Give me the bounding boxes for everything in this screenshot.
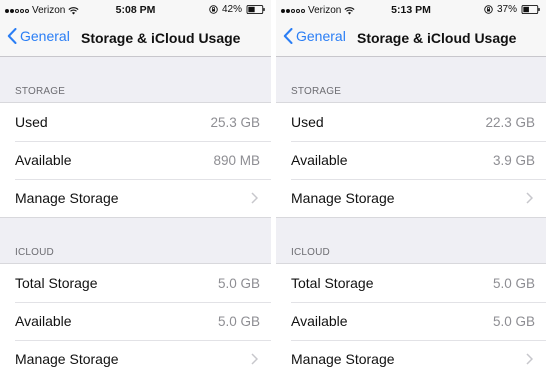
row-label: Available: [15, 313, 72, 329]
rotation-lock-icon: [484, 5, 493, 14]
status-bar: Verizon 5:08 PM 42%: [0, 0, 271, 20]
total-storage-row: Total Storage 5.0 GB: [276, 264, 546, 302]
screen-after: Verizon 5:13 PM 37% General Storage & iC…: [276, 0, 546, 377]
row-label: Available: [15, 152, 72, 168]
back-label: General: [296, 28, 346, 44]
row-value: 5.0 GB: [217, 313, 260, 329]
section-header-label: STORAGE: [15, 86, 66, 97]
row-value: 5.0 GB: [217, 275, 260, 291]
available-row: Available 3.9 GB: [276, 141, 546, 179]
row-label: Total Storage: [291, 275, 374, 291]
icloud-manage-storage-row[interactable]: Manage Storage: [0, 340, 271, 377]
icloud-section-header: ICLOUD: [0, 241, 271, 261]
row-label: Total Storage: [15, 275, 98, 291]
row-value: 890 MB: [213, 152, 260, 168]
section-header-label: ICLOUD: [291, 247, 330, 258]
status-right: 37%: [484, 4, 541, 15]
total-storage-row: Total Storage 5.0 GB: [0, 264, 271, 302]
row-label: Available: [291, 313, 348, 329]
page-title: Storage & iCloud Usage: [81, 30, 241, 46]
manage-storage-row[interactable]: Manage Storage: [276, 179, 546, 217]
section-header-label: ICLOUD: [15, 247, 54, 258]
row-label: Manage Storage: [15, 351, 119, 367]
row-label: Manage Storage: [15, 190, 119, 206]
section-header-label: STORAGE: [291, 86, 342, 97]
icloud-section-header: ICLOUD: [276, 241, 546, 261]
storage-group: Used 22.3 GB Available 3.9 GB Manage Sto…: [276, 102, 546, 218]
comparison-stage: Verizon 5:08 PM 42% General Storage & iC…: [0, 0, 546, 377]
back-chevron-icon: [7, 28, 17, 44]
chevron-right-icon: [251, 192, 258, 204]
available-row: Available 890 MB: [0, 141, 271, 179]
row-value: 22.3 GB: [485, 114, 535, 130]
icloud-group: Total Storage 5.0 GB Available 5.0 GB Ma…: [0, 263, 271, 377]
used-row: Used 25.3 GB: [0, 103, 271, 141]
icloud-available-row: Available 5.0 GB: [0, 302, 271, 340]
navigation-bar: General Storage & iCloud Usage: [0, 20, 271, 57]
battery-percent: 42%: [221, 4, 242, 15]
battery-percent: 37%: [496, 4, 517, 15]
manage-storage-row[interactable]: Manage Storage: [0, 179, 271, 217]
page-title: Storage & iCloud Usage: [357, 30, 517, 46]
back-button[interactable]: General: [7, 28, 70, 44]
storage-section-header: STORAGE: [0, 80, 271, 100]
row-value: 5.0 GB: [492, 275, 535, 291]
row-label: Available: [291, 152, 348, 168]
back-chevron-icon: [283, 28, 293, 44]
used-row: Used 22.3 GB: [276, 103, 546, 141]
row-value: 25.3 GB: [210, 114, 260, 130]
row-label: Used: [15, 114, 48, 130]
navigation-bar: General Storage & iCloud Usage: [276, 20, 546, 57]
back-button[interactable]: General: [283, 28, 346, 44]
chevron-right-icon: [526, 353, 533, 365]
row-label: Manage Storage: [291, 190, 395, 206]
icloud-manage-storage-row[interactable]: Manage Storage: [276, 340, 546, 377]
battery-icon: [246, 5, 265, 14]
row-value: 5.0 GB: [492, 313, 535, 329]
row-value: 3.9 GB: [492, 152, 535, 168]
chevron-right-icon: [251, 353, 258, 365]
icloud-group: Total Storage 5.0 GB Available 5.0 GB Ma…: [276, 263, 546, 377]
battery-icon: [521, 5, 540, 14]
row-label: Used: [291, 114, 324, 130]
status-right: 42%: [209, 4, 266, 15]
storage-section-header: STORAGE: [276, 80, 546, 100]
row-label: Manage Storage: [291, 351, 395, 367]
icloud-available-row: Available 5.0 GB: [276, 302, 546, 340]
rotation-lock-icon: [209, 5, 218, 14]
back-label: General: [20, 28, 70, 44]
storage-group: Used 25.3 GB Available 890 MB Manage Sto…: [0, 102, 271, 218]
chevron-right-icon: [526, 192, 533, 204]
screen-before: Verizon 5:08 PM 42% General Storage & iC…: [0, 0, 271, 377]
status-bar: Verizon 5:13 PM 37%: [276, 0, 546, 20]
